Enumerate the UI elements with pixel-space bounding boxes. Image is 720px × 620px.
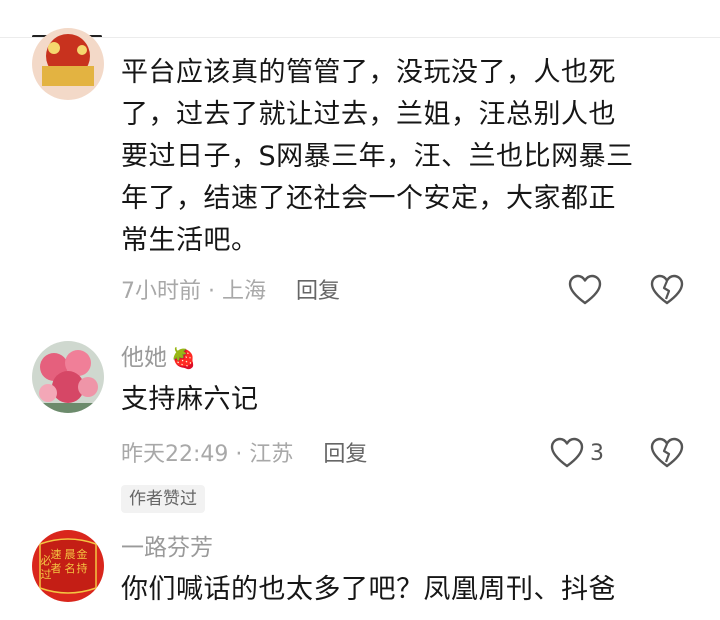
- broken-heart-icon: [650, 437, 684, 468]
- comment-item: 平台应该真的管管了，没玩没了，人也死 了，过去了就让过去，兰姐，汪总别人也 要过…: [0, 28, 720, 323]
- comment-meta: 7小时前 · 上海 回复: [121, 277, 340, 307]
- comment-body: 他她 🍓 支持麻六记: [121, 343, 691, 421]
- avatar-char: 速: [51, 548, 62, 561]
- comment-text-line: 你们喊话的也太多了吧？凤凰周刊、抖爸: [121, 574, 616, 605]
- username[interactable]: 他她 🍓: [121, 343, 691, 373]
- username[interactable]: 一路芬芳: [121, 533, 691, 563]
- comment-text-line: 支持麻六记: [121, 384, 259, 415]
- strawberry-icon: 🍓: [171, 346, 196, 370]
- time-location: 昨天22:49 · 江苏: [121, 442, 294, 467]
- time-location: 7小时前 · 上海: [121, 279, 266, 304]
- comment-body: 一路芬芳 你们喊话的也太多了吧？凤凰周刊、抖爸: [121, 533, 691, 611]
- comment-text-line: 了，过去了就让过去，兰姐，汪总别人也: [121, 99, 616, 130]
- avatar-char: 持: [77, 561, 88, 575]
- avatar-char: 者: [51, 562, 62, 575]
- dislike-button[interactable]: [650, 437, 684, 469]
- like-button[interactable]: [568, 274, 602, 306]
- username-text: 他她: [121, 345, 167, 371]
- comment-text-line: 年了，结速了还社会一个安定，大家都正: [121, 183, 616, 214]
- avatar-char: 过: [41, 568, 52, 581]
- avatar-char: 金: [77, 547, 88, 561]
- comment-meta: 昨天22:49 · 江苏 回复: [121, 440, 367, 470]
- avatar[interactable]: [32, 341, 104, 413]
- avatar-char: 必: [41, 554, 52, 567]
- reply-button[interactable]: 回复: [323, 442, 367, 467]
- reply-button[interactable]: 回复: [296, 279, 340, 304]
- comment-body: 平台应该真的管管了，没玩没了，人也死 了，过去了就让过去，兰姐，汪总别人也 要过…: [121, 52, 691, 262]
- heart-outline-icon: [568, 274, 602, 305]
- comment-text-line: 要过日子，S网暴三年，汪、兰也比网暴三: [121, 141, 634, 172]
- avatar[interactable]: 金 持 晨 名 速 者 必 过: [32, 530, 104, 602]
- comment-item: 金 持 晨 名 速 者 必 过 一路芬芳 你们喊话的也太多了吧？凤凰周刊、抖爸: [0, 518, 720, 620]
- like-button[interactable]: 3: [550, 437, 604, 469]
- username-text: 一路芬芳: [121, 535, 213, 561]
- avatar-char: 晨: [65, 548, 76, 561]
- author-liked-tag: 作者赞过: [121, 485, 205, 513]
- dislike-button[interactable]: [650, 274, 684, 306]
- avatar-char: 名: [65, 561, 76, 575]
- top-tab-bar: [0, 0, 720, 38]
- comment-text-line: 常生活吧。: [121, 225, 259, 256]
- broken-heart-icon: [650, 274, 684, 305]
- comment-item: 他她 🍓 支持麻六记 昨天22:49 · 江苏 回复 3 作者赞过: [0, 323, 720, 518]
- avatar[interactable]: [32, 28, 104, 100]
- heart-outline-icon: [550, 437, 584, 468]
- like-count: 3: [590, 440, 604, 466]
- comment-text-line: 平台应该真的管管了，没玩没了，人也死: [121, 57, 616, 88]
